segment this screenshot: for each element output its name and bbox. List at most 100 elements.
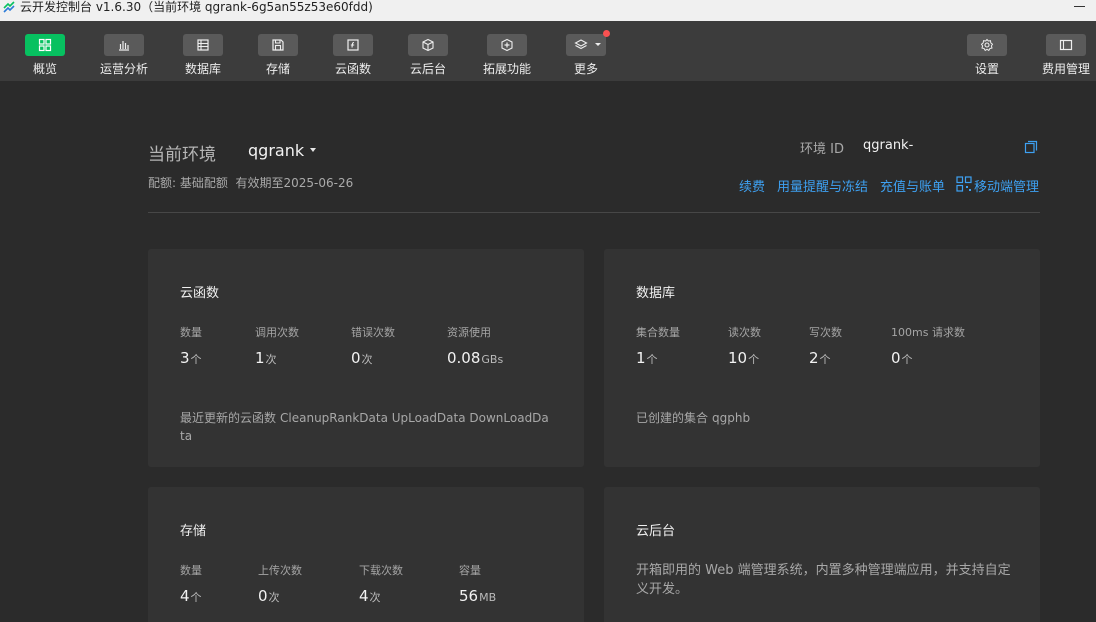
toolbar-label: 云函数 bbox=[334, 62, 371, 76]
toolbar-settings[interactable]: 设置 bbox=[947, 34, 1027, 77]
toolbar-label: 云后台 bbox=[409, 62, 446, 76]
stat-value: 4个 bbox=[180, 587, 202, 605]
gear-icon bbox=[980, 38, 994, 52]
stat-label: 下载次数 bbox=[359, 564, 403, 577]
stat-label: 写次数 bbox=[809, 326, 842, 339]
chevron-down-icon bbox=[595, 43, 601, 46]
mobile-admin-link[interactable]: 移动端管理 bbox=[974, 176, 1039, 195]
notification-dot bbox=[603, 30, 610, 37]
qrcode-icon[interactable] bbox=[956, 176, 972, 192]
copy-icon[interactable] bbox=[1024, 140, 1038, 154]
toolbar-overview[interactable]: 概览 bbox=[5, 34, 85, 77]
settings-button[interactable] bbox=[967, 34, 1007, 56]
toolbar-label: 更多 bbox=[573, 62, 598, 76]
bar-chart-icon bbox=[119, 41, 129, 51]
renew-link[interactable]: 续费 bbox=[739, 176, 765, 195]
quota-info: 配额: 基础配额 有效期至2025-06-26 bbox=[148, 174, 353, 191]
env-id-label: 环境 ID bbox=[800, 142, 844, 157]
toolbar-extensions[interactable]: 拓展功能 bbox=[467, 34, 547, 77]
toolbar-label: 费用管理 bbox=[1041, 62, 1090, 76]
cube-icon bbox=[422, 38, 434, 52]
created-collections: 已创建的集合 qgphb bbox=[636, 409, 750, 427]
recent-functions-label: 最近更新的云函数 bbox=[180, 411, 277, 425]
card-title: 数据库 bbox=[636, 286, 676, 301]
stat-value: 0次 bbox=[258, 587, 280, 605]
stat-value: 10个 bbox=[728, 349, 760, 367]
stat-label: 资源使用 bbox=[447, 326, 491, 339]
function-icon bbox=[347, 39, 359, 51]
recent-functions: 最近更新的云函数 CleanupRankData UpLoadData DownL… bbox=[180, 409, 552, 445]
extension-icon bbox=[501, 38, 513, 52]
backend-description: 开箱即用的 Web 端管理系统，内置多种管理端应用，并支持自定义开发。 bbox=[636, 563, 1011, 597]
current-env-label: 当前环境 bbox=[148, 145, 216, 165]
window-title: 云开发控制台 v1.6.30（当前环境 qgrank-6g5an55z53e60… bbox=[20, 0, 373, 14]
app-logo-icon bbox=[3, 1, 15, 13]
stat-label: 集合数量 bbox=[636, 326, 680, 339]
stat-label: 数量 bbox=[180, 326, 202, 339]
overview-button[interactable] bbox=[25, 34, 65, 56]
toolbar-label: 概览 bbox=[32, 62, 57, 76]
validity-date: 有效期至2025-06-26 bbox=[235, 176, 354, 190]
header-divider bbox=[148, 212, 1040, 213]
stat-label: 100ms 请求数 bbox=[891, 326, 965, 339]
toolbar-label: 数据库 bbox=[184, 62, 221, 76]
stat-value: 2个 bbox=[809, 349, 831, 367]
billing-button[interactable] bbox=[1046, 34, 1086, 56]
minimize-icon[interactable] bbox=[1074, 0, 1086, 12]
billing-icon bbox=[1059, 39, 1073, 51]
database-card: 数据库 集合数量 读次数 写次数 100ms 请求数 1个 10个 2个 0个 … bbox=[604, 249, 1040, 467]
stat-value: 0个 bbox=[891, 349, 913, 367]
stat-label: 数量 bbox=[180, 564, 202, 577]
env-selector[interactable]: qgrank bbox=[248, 141, 304, 160]
toolbar-storage[interactable]: 存储 bbox=[238, 34, 318, 77]
functions-card: 云函数 数量 调用次数 错误次数 资源使用 3个 1次 0次 0.08GBs 最… bbox=[148, 249, 584, 467]
storage-button[interactable] bbox=[258, 34, 298, 56]
stat-value: 56MB bbox=[459, 587, 497, 605]
toolbar-functions[interactable]: 云函数 bbox=[313, 34, 393, 77]
toolbar-backend[interactable]: 云后台 bbox=[388, 34, 468, 77]
collections-label: 已创建的集合 bbox=[636, 411, 709, 425]
stat-value: 0.08GBs bbox=[447, 349, 504, 367]
analytics-button[interactable] bbox=[104, 34, 144, 56]
database-icon bbox=[197, 39, 209, 51]
toolbar-database[interactable]: 数据库 bbox=[163, 34, 243, 77]
quota-label: 配额: 基础配额 bbox=[148, 176, 228, 190]
toolbar-label: 存储 bbox=[265, 62, 290, 76]
toolbar-label: 运营分析 bbox=[99, 62, 148, 76]
storage-card: 存储 数量 上传次数 下载次数 容量 4个 0次 4次 56MB bbox=[148, 487, 584, 622]
env-id-value: qgrank-6 bbox=[863, 138, 913, 153]
toolbar-billing[interactable]: 费用管理 bbox=[1026, 34, 1096, 77]
stat-label: 错误次数 bbox=[351, 326, 395, 339]
collections-value: qgphb bbox=[712, 411, 751, 425]
stat-value: 3个 bbox=[180, 349, 202, 367]
toolbar-more[interactable]: 更多 bbox=[546, 30, 626, 77]
functions-button[interactable] bbox=[333, 34, 373, 56]
recharge-link[interactable]: 充值与账单 bbox=[880, 176, 945, 195]
stat-label: 上传次数 bbox=[258, 564, 302, 577]
stat-value: 4次 bbox=[359, 587, 381, 605]
card-title: 云后台 bbox=[636, 524, 676, 539]
stat-label: 读次数 bbox=[728, 326, 761, 339]
more-button[interactable] bbox=[566, 30, 610, 56]
layers-icon bbox=[574, 39, 588, 50]
window-titlebar: 云开发控制台 v1.6.30（当前环境 qgrank-6g5an55z53e60… bbox=[0, 0, 1096, 21]
card-title: 云函数 bbox=[180, 286, 220, 301]
backend-card: 云后台 开箱即用的 Web 端管理系统，内置多种管理端应用，并支持自定义开发。 bbox=[604, 487, 1040, 622]
stat-value: 0次 bbox=[351, 349, 373, 367]
usage-alert-link[interactable]: 用量提醒与冻结 bbox=[777, 176, 868, 195]
storage-icon bbox=[272, 39, 284, 51]
stat-value: 1次 bbox=[255, 349, 277, 367]
stat-value: 1个 bbox=[636, 349, 658, 367]
main-toolbar: 概览 运营分析 数据库 存储 云函数 云后台 拓展功能 更多 设置 费用管理 bbox=[0, 21, 1096, 81]
toolbar-label: 拓展功能 bbox=[482, 62, 531, 76]
toolbar-label: 设置 bbox=[974, 62, 999, 76]
stat-label: 容量 bbox=[459, 564, 481, 577]
extensions-button[interactable] bbox=[487, 34, 527, 56]
backend-button[interactable] bbox=[408, 34, 448, 56]
chevron-down-icon[interactable] bbox=[310, 148, 316, 152]
grid-icon bbox=[38, 38, 52, 52]
stat-label: 调用次数 bbox=[255, 326, 299, 339]
database-button[interactable] bbox=[183, 34, 223, 56]
card-title: 存储 bbox=[180, 524, 207, 539]
toolbar-analytics[interactable]: 运营分析 bbox=[84, 34, 164, 77]
